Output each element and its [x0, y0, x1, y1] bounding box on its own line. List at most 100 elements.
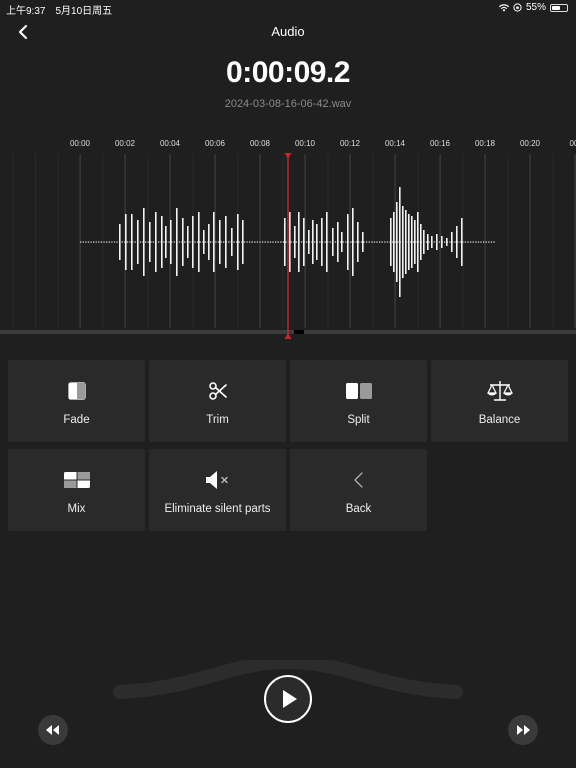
waveform-bar [405, 210, 407, 274]
split-button[interactable]: Split [290, 360, 427, 442]
waveform-bar [420, 224, 422, 260]
waveform-bar [155, 212, 157, 272]
waveform-baseline-dot [116, 241, 118, 243]
rewind-icon [46, 725, 59, 735]
waveform-baseline-dot [490, 241, 493, 243]
waveform-bar [203, 230, 205, 254]
waveform-baseline-dot [103, 241, 105, 243]
waveform-baseline-dot [108, 241, 110, 243]
waveform-baseline-dot [184, 241, 186, 243]
waveform-baseline-dot [111, 241, 113, 243]
waveform-baseline-dot [168, 241, 170, 243]
waveform-baseline-dot [483, 241, 485, 243]
waveform-bar [187, 226, 189, 258]
play-icon [283, 690, 297, 708]
waveform-bar [431, 236, 433, 248]
timeline-tick-label: 00:12 [340, 139, 361, 148]
waveform-baseline-dot [173, 241, 175, 243]
waveform-baseline-dot [269, 241, 272, 243]
waveform-baseline-dot [277, 241, 279, 243]
waveform-baseline-dot [280, 241, 282, 243]
play-button[interactable] [264, 675, 312, 723]
waveform-bar [231, 228, 233, 256]
waveform-baseline-dot [360, 241, 363, 243]
waveform-bar [427, 234, 429, 250]
balance-label: Balance [478, 414, 521, 426]
waveform-baseline-dot [95, 241, 97, 243]
waveform-baseline-dot [485, 241, 487, 243]
balance-button[interactable]: Balance [431, 360, 568, 442]
waveform-baseline-dot [82, 241, 84, 243]
waveform-baseline-dot [459, 241, 461, 243]
waveform-baseline-dot [246, 241, 248, 243]
waveform-bar [242, 220, 244, 264]
waveform-baseline-dot [306, 241, 308, 243]
mix-button[interactable]: Mix [8, 449, 145, 531]
waveform-baseline-dot [384, 241, 386, 243]
waveform-baseline-dot [121, 241, 123, 243]
waveform-bar [149, 222, 151, 262]
speaker-mute-icon [205, 471, 228, 489]
eliminate-silent-parts-label: Eliminate silent parts [164, 503, 271, 515]
waveform-baseline-dot [345, 241, 347, 243]
waveform-baseline-dot [145, 241, 147, 243]
waveform-bar [289, 212, 291, 272]
waveform-bar [441, 236, 443, 248]
waveform-baseline-dot [272, 241, 274, 243]
waveform-baseline-dot [158, 241, 160, 243]
waveform-baseline-dot [199, 241, 201, 243]
status-time-date: 上午9:37 5月10日周五 [6, 6, 113, 17]
waveform-baseline-dot [381, 241, 383, 243]
timeline-scroll-thumb [294, 330, 304, 334]
balance-scale-icon [486, 381, 513, 401]
waveform-bar [357, 222, 359, 262]
trim-label: Trim [206, 414, 229, 426]
waveform-baseline-dot [412, 241, 415, 243]
eliminate-silent-parts-button[interactable]: Eliminate silent parts [149, 449, 286, 531]
battery-icon [550, 3, 568, 12]
waveform-bar [446, 238, 448, 246]
waveform-baseline-dot [376, 241, 378, 243]
waveform-baseline-dot [267, 241, 269, 243]
waveform-baseline-dot [355, 241, 357, 243]
page-title: Audio [271, 24, 305, 39]
split-icon [345, 383, 372, 399]
waveform-bar [237, 214, 239, 270]
waveform-baseline-dot [85, 241, 87, 243]
waveform-baseline-dot [342, 241, 344, 243]
mix-label: Mix [67, 503, 86, 515]
timeline-tick-label: 00:10 [295, 139, 316, 148]
header: Audio [0, 18, 576, 46]
back-tool-button[interactable]: Back [290, 449, 427, 531]
waveform-baseline-dot [493, 241, 495, 243]
waveform-bar [225, 216, 227, 268]
waveform-bar [402, 206, 404, 278]
waveform-baseline-dot [259, 241, 261, 243]
transport-controls [0, 660, 576, 768]
waveform-bar [347, 214, 349, 270]
waveform-bar [312, 220, 314, 264]
waveform-baseline-dot [467, 241, 469, 243]
fade-button[interactable]: Fade [8, 360, 145, 442]
waveform-baseline-dot [254, 241, 256, 243]
waveform-baseline-dot [90, 241, 92, 243]
waveform-bar [399, 187, 401, 297]
waveform-baseline-dot [256, 241, 259, 243]
waveform-timeline[interactable]: 00:00 00:02 00:04 00:06 00:08 00:10 00:12 00:14… [0, 132, 576, 342]
waveform-bar [298, 212, 300, 272]
waveform-baseline-dot [264, 241, 266, 243]
trim-button[interactable]: Trim [149, 360, 286, 442]
waveform-bar [182, 218, 184, 266]
waveform-baseline-dot [251, 241, 253, 243]
waveform-bar [192, 216, 194, 268]
rewind-button[interactable] [38, 715, 68, 745]
waveform-baseline-dot [282, 241, 285, 243]
waveform-baseline-dot [475, 241, 477, 243]
fast-forward-button[interactable] [508, 715, 538, 745]
fade-label: Fade [63, 414, 90, 426]
waveform-baseline-dot [215, 241, 217, 243]
waveform-bar [303, 218, 305, 266]
waveform-bar [417, 212, 419, 272]
waveform-bar [316, 224, 318, 260]
waveform-baseline-dot [470, 241, 472, 243]
